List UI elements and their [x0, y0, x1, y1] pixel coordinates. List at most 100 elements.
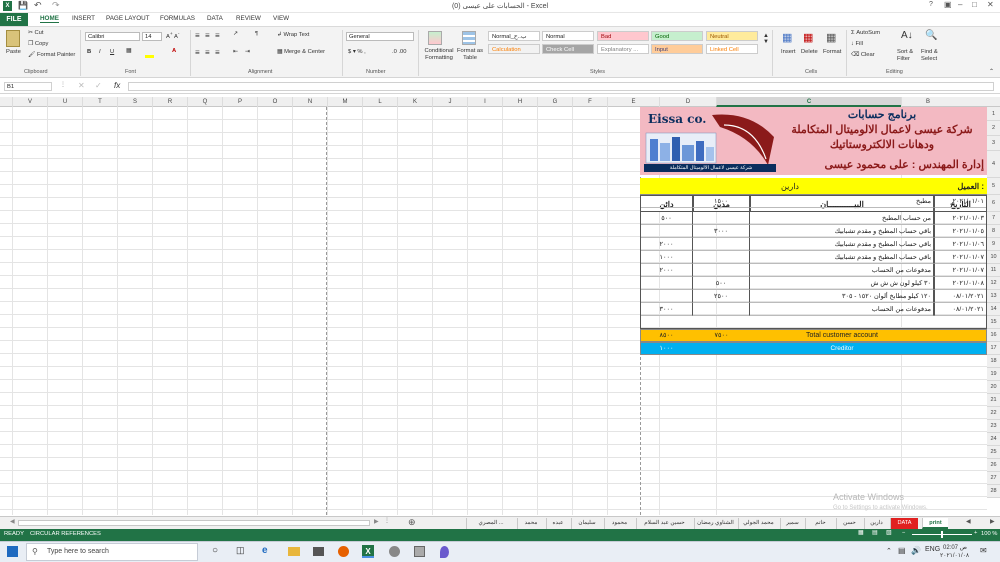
edge-icon[interactable]: e — [262, 545, 268, 556]
row-header-2[interactable]: 2 — [987, 121, 1000, 136]
format-as-table-button[interactable]: Format as Table — [456, 48, 484, 62]
sheet-tab-4[interactable]: حسن درة — [836, 518, 862, 537]
excel-taskbar-icon[interactable]: X — [362, 545, 374, 558]
zoom-out-icon[interactable]: − — [902, 530, 905, 536]
tray-chevron-icon[interactable]: ⌃ — [886, 547, 892, 555]
row-header-18[interactable]: 18 — [987, 355, 1000, 368]
font-size-select[interactable]: 14 — [142, 32, 162, 41]
style-3[interactable]: Bad — [597, 31, 649, 41]
delete-cells-button[interactable]: Delete — [801, 49, 818, 55]
grow-font-button[interactable]: A+ A- — [166, 32, 179, 40]
style-4[interactable]: Good — [651, 31, 703, 41]
cancel-icon[interactable]: ✕ — [78, 81, 85, 90]
borders-icon[interactable]: ▦ — [126, 48, 131, 54]
align-middle-icon[interactable]: ≡ — [205, 31, 210, 40]
column-header-o[interactable]: O — [257, 97, 292, 107]
row-header-10[interactable]: 10 — [987, 251, 1000, 264]
delete-cells-icon[interactable]: ▦ — [803, 31, 813, 44]
align-center-icon[interactable]: ≡ — [205, 48, 210, 57]
enter-icon[interactable]: ✓ — [95, 81, 102, 90]
row-header-8[interactable]: 8 — [987, 225, 1000, 238]
file-explorer-icon[interactable] — [288, 547, 300, 556]
sort-filter-icon[interactable]: A↓ — [901, 30, 913, 41]
sort-filter-button[interactable]: Sort & Filter — [897, 49, 917, 63]
find-select-icon[interactable]: 🔍 — [925, 30, 937, 41]
style-2[interactable]: Normal — [542, 31, 594, 41]
row-header-9[interactable]: 9 — [987, 238, 1000, 251]
minimize-button[interactable]: – — [958, 0, 962, 9]
sheet-tab-3[interactable]: دارين — [864, 518, 888, 529]
row-header-11[interactable]: 11 — [987, 264, 1000, 277]
row-header-19[interactable]: 19 — [987, 368, 1000, 381]
decrease-indent-icon[interactable]: ⇤ — [233, 49, 238, 55]
row-header-16[interactable]: 16 — [987, 329, 1000, 342]
row-header-20[interactable]: 20 — [987, 381, 1000, 394]
style-1[interactable]: Normal_ب..ح — [488, 31, 540, 41]
zoom-slider-thumb[interactable] — [941, 531, 943, 538]
column-header-l[interactable]: L — [362, 97, 397, 107]
insert-cells-icon[interactable]: ▦ — [782, 31, 792, 44]
row-header-5[interactable]: 5 — [987, 178, 1000, 195]
notifications-icon[interactable]: ✉ — [980, 546, 987, 555]
align-left-icon[interactable]: ≡ — [195, 48, 200, 57]
row-header-6[interactable]: 6 — [987, 195, 1000, 212]
increase-indent-icon[interactable]: ⇥ — [245, 49, 250, 55]
tab-home[interactable]: HOME — [40, 15, 59, 23]
page-break-view-icon[interactable]: ▧ — [886, 530, 891, 536]
ribbon-display-icon[interactable]: ▣ — [944, 0, 952, 9]
firefox-icon[interactable] — [338, 546, 349, 557]
sheet-tab-7[interactable]: محمد الجولي — [738, 518, 778, 529]
next-sheet-icon[interactable]: ◀ — [966, 519, 970, 525]
zoom-in-icon[interactable]: + — [974, 530, 977, 536]
column-header-c[interactable]: C — [716, 97, 901, 107]
underline-button[interactable]: U — [110, 49, 114, 55]
format-cells-button[interactable]: Format — [823, 49, 841, 55]
format-cells-icon[interactable]: ▦ — [826, 31, 836, 44]
row-header-21[interactable]: 21 — [987, 394, 1000, 407]
sheet-tab-1[interactable]: print — [922, 518, 948, 529]
fill-color-icon[interactable] — [145, 50, 154, 58]
paste-button[interactable]: Paste — [6, 49, 21, 55]
column-header-m[interactable]: M — [327, 97, 362, 107]
sheet-tab-11[interactable]: سليمان — [571, 518, 602, 529]
cut-button[interactable]: ✂ Cut — [28, 30, 44, 36]
sheet-tab-12[interactable]: عبده — [546, 518, 569, 529]
align-right-icon[interactable]: ≡ — [215, 48, 220, 57]
insert-function-button[interactable]: fx — [114, 81, 120, 90]
mail-icon[interactable] — [313, 547, 324, 556]
column-header-p[interactable]: P — [222, 97, 257, 107]
scroll-left-icon[interactable]: ◀ — [10, 519, 14, 525]
row-header-27[interactable]: 27 — [987, 472, 1000, 485]
column-header-j[interactable]: J — [432, 97, 467, 107]
tab-insert[interactable]: INSERT — [72, 15, 95, 22]
row-header-3[interactable]: 3 — [987, 136, 1000, 151]
style-7[interactable]: Check Cell — [542, 44, 594, 54]
page-layout-view-icon[interactable]: ▤ — [872, 530, 877, 536]
sheet-tab-10[interactable]: محمود — [604, 518, 634, 529]
row-header-26[interactable]: 26 — [987, 459, 1000, 472]
column-header-h[interactable]: H — [502, 97, 537, 107]
clear-button[interactable]: ⌫ Clear — [851, 52, 875, 58]
tab-view[interactable]: VIEW — [273, 15, 289, 22]
orientation-icon[interactable]: ↗ — [233, 31, 238, 37]
column-header-t[interactable]: T — [82, 97, 117, 107]
zoom-level[interactable]: 100 % — [981, 531, 997, 537]
row-header-13[interactable]: 13 — [987, 290, 1000, 303]
font-name-select[interactable]: Calibri — [85, 32, 140, 41]
row-header-25[interactable]: 25 — [987, 446, 1000, 459]
cortana-icon[interactable]: ○ — [212, 545, 218, 556]
sheet-tab-13[interactable]: محمد — [517, 518, 544, 529]
taskbar-search[interactable]: ⚲ Type here to search — [26, 543, 198, 561]
column-header-e[interactable]: E — [607, 97, 659, 107]
column-header-f[interactable]: F — [572, 97, 607, 107]
normal-view-icon[interactable]: ▦ — [858, 530, 863, 536]
scroll-right-icon[interactable]: ▶ — [374, 519, 378, 525]
collapse-ribbon-icon[interactable]: ⌃ — [989, 69, 994, 75]
clock-date[interactable]: ٢٠٢١/٠١/٠٨ — [940, 552, 969, 559]
sheet-tab-9[interactable]: حسين عبد السلام — [636, 518, 692, 529]
format-painter-button[interactable]: 🖌 Format Painter — [28, 52, 75, 58]
style-6[interactable]: Calculation — [488, 44, 540, 54]
row-header-28[interactable]: 28 — [987, 485, 1000, 498]
new-sheet-button[interactable]: ⊕ — [408, 517, 416, 528]
tab-page-layout[interactable]: PAGE LAYOUT — [106, 15, 150, 22]
